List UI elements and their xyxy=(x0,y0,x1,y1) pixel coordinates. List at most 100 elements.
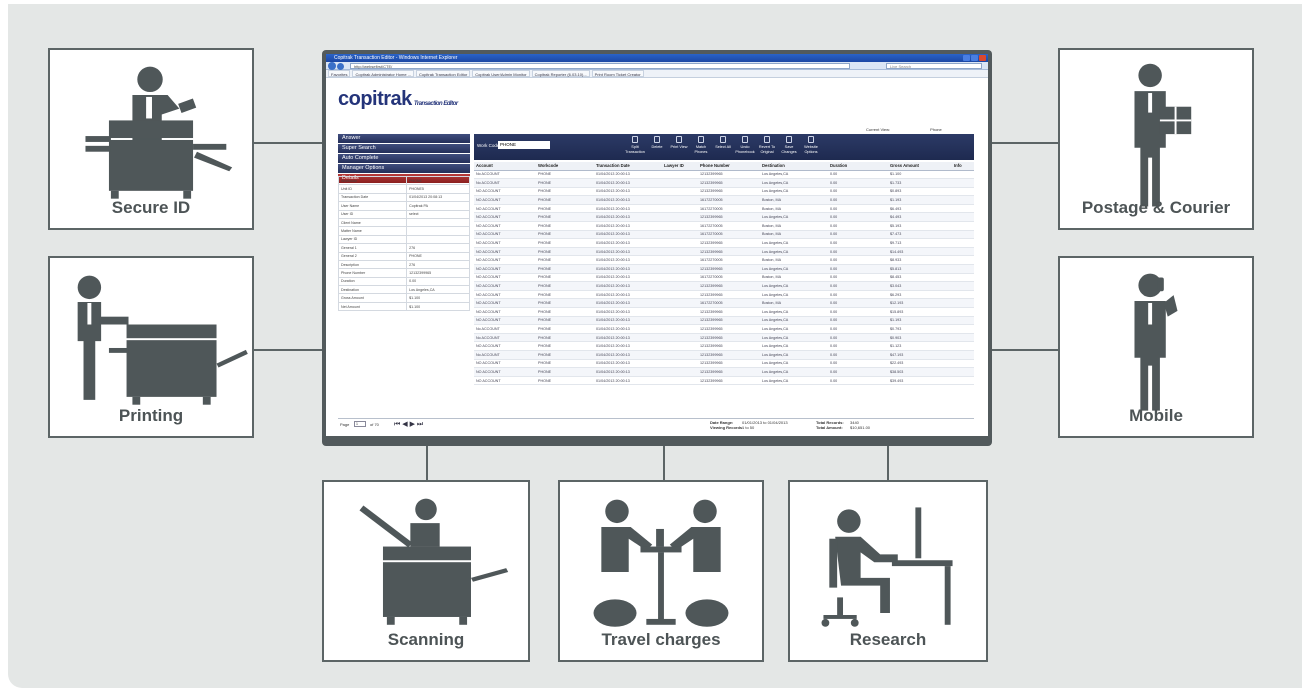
column-header[interactable]: Lawyer ID xyxy=(662,162,698,171)
table-row[interactable]: NO ACCOUNT PHONE 01/04/2013 20:00:13 121323… xyxy=(474,341,974,351)
status-footer: Page 1 of 70 ⏮ ◀ ▶ ⏭ Date Range: 01/01/2… xyxy=(338,418,974,430)
details-field-value[interactable]: 12132399965 xyxy=(406,268,470,278)
details-field-label: General 2 xyxy=(337,251,408,261)
details-field-value[interactable]: PHONE xyxy=(406,251,470,261)
table-row[interactable]: NO ACCOUNT PHONE 01/04/2013 20:00:13 121323… xyxy=(474,212,974,223)
toolbar-button[interactable]: Revert To Original xyxy=(756,136,778,154)
details-field-value[interactable]: $1.100 xyxy=(406,301,470,312)
details-field-value[interactable] xyxy=(406,226,470,236)
details-field-value[interactable]: $1.100 xyxy=(406,293,470,303)
column-header[interactable]: Workcode xyxy=(536,162,594,171)
table-row[interactable]: NO ACCOUNT PHONE 01/04/2013 20:00:13 121323… xyxy=(474,187,974,197)
table-cell: PHONE xyxy=(536,350,594,360)
details-field-value[interactable]: Copitrak PA xyxy=(406,201,470,211)
table-cell: NO ACCOUNT xyxy=(474,290,536,300)
table-cell: 01/04/2013 20:00:13 xyxy=(594,316,662,326)
toolbar-button[interactable]: Match Phones xyxy=(690,136,712,154)
table-row[interactable]: NO ACCOUNT PHONE 01/04/2013 20:00:13 121323… xyxy=(474,264,974,274)
toolbar-button[interactable]: Undo Phonebook xyxy=(734,136,756,154)
table-cell xyxy=(952,238,974,248)
table-row[interactable]: No ACCOUNT PHONE 01/04/2013 20:00:13 121323… xyxy=(474,170,974,180)
pager-controls[interactable]: ⏮ ◀ ▶ ⏭ xyxy=(394,420,423,429)
table-cell: PHONE xyxy=(536,221,594,231)
table-row[interactable]: NO ACCOUNT PHONE 01/04/2013 20:00:13 121323… xyxy=(474,238,974,248)
table-row[interactable]: NO ACCOUNT PHONE 01/04/2013 20:00:13 121323… xyxy=(474,290,974,300)
table-cell xyxy=(662,230,698,240)
table-row[interactable]: NO ACCOUNT PHONE 01/04/2013 20:00:13 161722… xyxy=(474,298,974,308)
back-button[interactable] xyxy=(328,62,336,70)
column-header[interactable]: Account xyxy=(474,162,536,171)
table-row[interactable]: NO ACCOUNT PHONE 01/04/2013 20:00:13 161722… xyxy=(474,273,974,283)
table-row[interactable]: NO ACCOUNT PHONE 01/04/2013 20:00:13 121323… xyxy=(474,307,974,317)
table-row[interactable]: NO ACCOUNT PHONE 01/04/2013 20:00:13 121323… xyxy=(474,247,974,257)
details-field-value[interactable]: 01/04/2013 20:08:13 xyxy=(406,192,470,203)
page-input[interactable]: 1 xyxy=(354,421,366,427)
nav-item[interactable]: Answer xyxy=(338,134,470,143)
details-field-value[interactable]: select xyxy=(406,209,470,219)
details-field-value[interactable]: Los Angeles,CA xyxy=(406,285,470,295)
browser-tab[interactable]: Copitrak Transaction Editor xyxy=(416,70,471,77)
work-code-select[interactable]: PHONE xyxy=(498,141,550,149)
table-cell: 16172270005 xyxy=(698,195,760,205)
details-field-value[interactable] xyxy=(406,234,470,245)
details-field-value[interactable]: 276 xyxy=(406,243,470,253)
table-row[interactable]: NO ACCOUNT PHONE 01/04/2013 20:00:13 121323… xyxy=(474,376,974,386)
page-count: of 70 xyxy=(370,422,379,427)
details-field-value[interactable]: PHONE5 xyxy=(406,184,470,194)
table-row[interactable]: NO ACCOUNT PHONE 01/04/2013 20:00:13 121323… xyxy=(474,367,974,377)
table-row[interactable]: No ACCOUNT PHONE 01/04/2013 20:00:13 121323… xyxy=(474,324,974,334)
table-row[interactable]: NO ACCOUNT PHONE 01/04/2013 20:00:13 121323… xyxy=(474,316,974,326)
column-header[interactable]: Transaction Date xyxy=(594,162,662,171)
url-input[interactable]: http://websefirst/CTE/ xyxy=(350,63,850,69)
column-header[interactable]: Gross Amount xyxy=(888,162,952,171)
table-row[interactable]: NO ACCOUNT PHONE 01/04/2013 20:00:13 161722… xyxy=(474,195,974,205)
browser-tab[interactable]: Favorites xyxy=(328,70,351,77)
details-field-value[interactable] xyxy=(406,217,470,228)
browser-tab[interactable]: Print Room Ticket Creator xyxy=(591,70,644,77)
table-row[interactable]: No ACCOUNT PHONE 01/04/2013 20:00:13 121323… xyxy=(474,178,974,188)
toolbar-icon xyxy=(764,136,770,143)
browser-tabs: Favorites Copitrak Administrator Home ...… xyxy=(326,70,988,78)
maximize-button[interactable] xyxy=(971,55,978,61)
toolbar-button[interactable]: Split Transaction xyxy=(624,136,646,154)
column-header[interactable]: Phone Number xyxy=(698,162,760,171)
table-row[interactable]: NO ACCOUNT PHONE 01/04/2013 20:00:13 161722… xyxy=(474,230,974,240)
toolbar-button[interactable]: Print View xyxy=(668,136,690,150)
table-cell: 01/04/2013 20:00:13 xyxy=(594,298,662,308)
column-header[interactable]: Destination xyxy=(760,162,828,171)
toolbar-button[interactable]: Delete xyxy=(646,136,668,150)
table-row[interactable]: NO ACCOUNT PHONE 01/04/2013 20:00:13 161722… xyxy=(474,221,974,231)
table-row[interactable]: NO ACCOUNT PHONE 01/04/2013 20:00:13 121323… xyxy=(474,359,974,369)
table-row[interactable]: No ACCOUNT PHONE 01/04/2013 20:00:13 121323… xyxy=(474,350,974,360)
close-button[interactable] xyxy=(979,55,986,61)
browser-tab[interactable]: Copitrak Reporter (6.03.10)... xyxy=(531,70,590,77)
details-field-value[interactable]: 276 xyxy=(406,259,470,270)
table-cell: 12132399965 xyxy=(698,341,760,351)
search-input[interactable]: Live Search xyxy=(886,63,982,69)
table-row[interactable]: NO ACCOUNT PHONE 01/04/2013 20:00:13 121323… xyxy=(474,281,974,291)
nav-item[interactable]: Manager Options xyxy=(338,164,470,173)
column-header[interactable]: Info xyxy=(952,162,974,171)
nav-item[interactable]: Super Search xyxy=(338,144,470,153)
details-field-value[interactable]: PHONE xyxy=(406,175,470,186)
forward-button[interactable] xyxy=(337,63,344,70)
column-header[interactable]: Duration xyxy=(828,162,888,171)
toolbar-button[interactable]: Save Changes xyxy=(778,136,800,154)
table-cell: 01/04/2013 20:00:13 xyxy=(594,290,662,300)
table-cell: 01/04/2013 20:00:13 xyxy=(594,170,662,180)
details-row: User ID select xyxy=(337,209,470,219)
table-row[interactable]: No ACCOUNT PHONE 01/04/2013 20:00:13 121323… xyxy=(474,333,974,343)
toolbar-button[interactable]: Select All xyxy=(712,136,734,150)
details-row: Destination Los Angeles,CA xyxy=(337,285,470,295)
details-field-value[interactable]: 0.00 xyxy=(406,276,470,287)
table-cell: PHONE xyxy=(536,316,594,326)
table-row[interactable]: NO ACCOUNT PHONE 01/04/2013 20:00:13 161722… xyxy=(474,204,974,214)
table-row[interactable]: NO ACCOUNT PHONE 01/04/2013 20:00:13 161722… xyxy=(474,255,974,266)
browser-tab[interactable]: Copitrak Administrator Home ... xyxy=(352,70,415,77)
toolbar-button[interactable]: Website Options xyxy=(800,136,822,154)
table-cell: $6.293 xyxy=(888,290,952,300)
minimize-button[interactable] xyxy=(963,55,970,61)
card-label: Travel charges xyxy=(601,630,721,649)
browser-tab[interactable]: Copitrak User/Admin Monitor xyxy=(472,70,530,77)
nav-item[interactable]: Auto Complete xyxy=(338,154,470,163)
